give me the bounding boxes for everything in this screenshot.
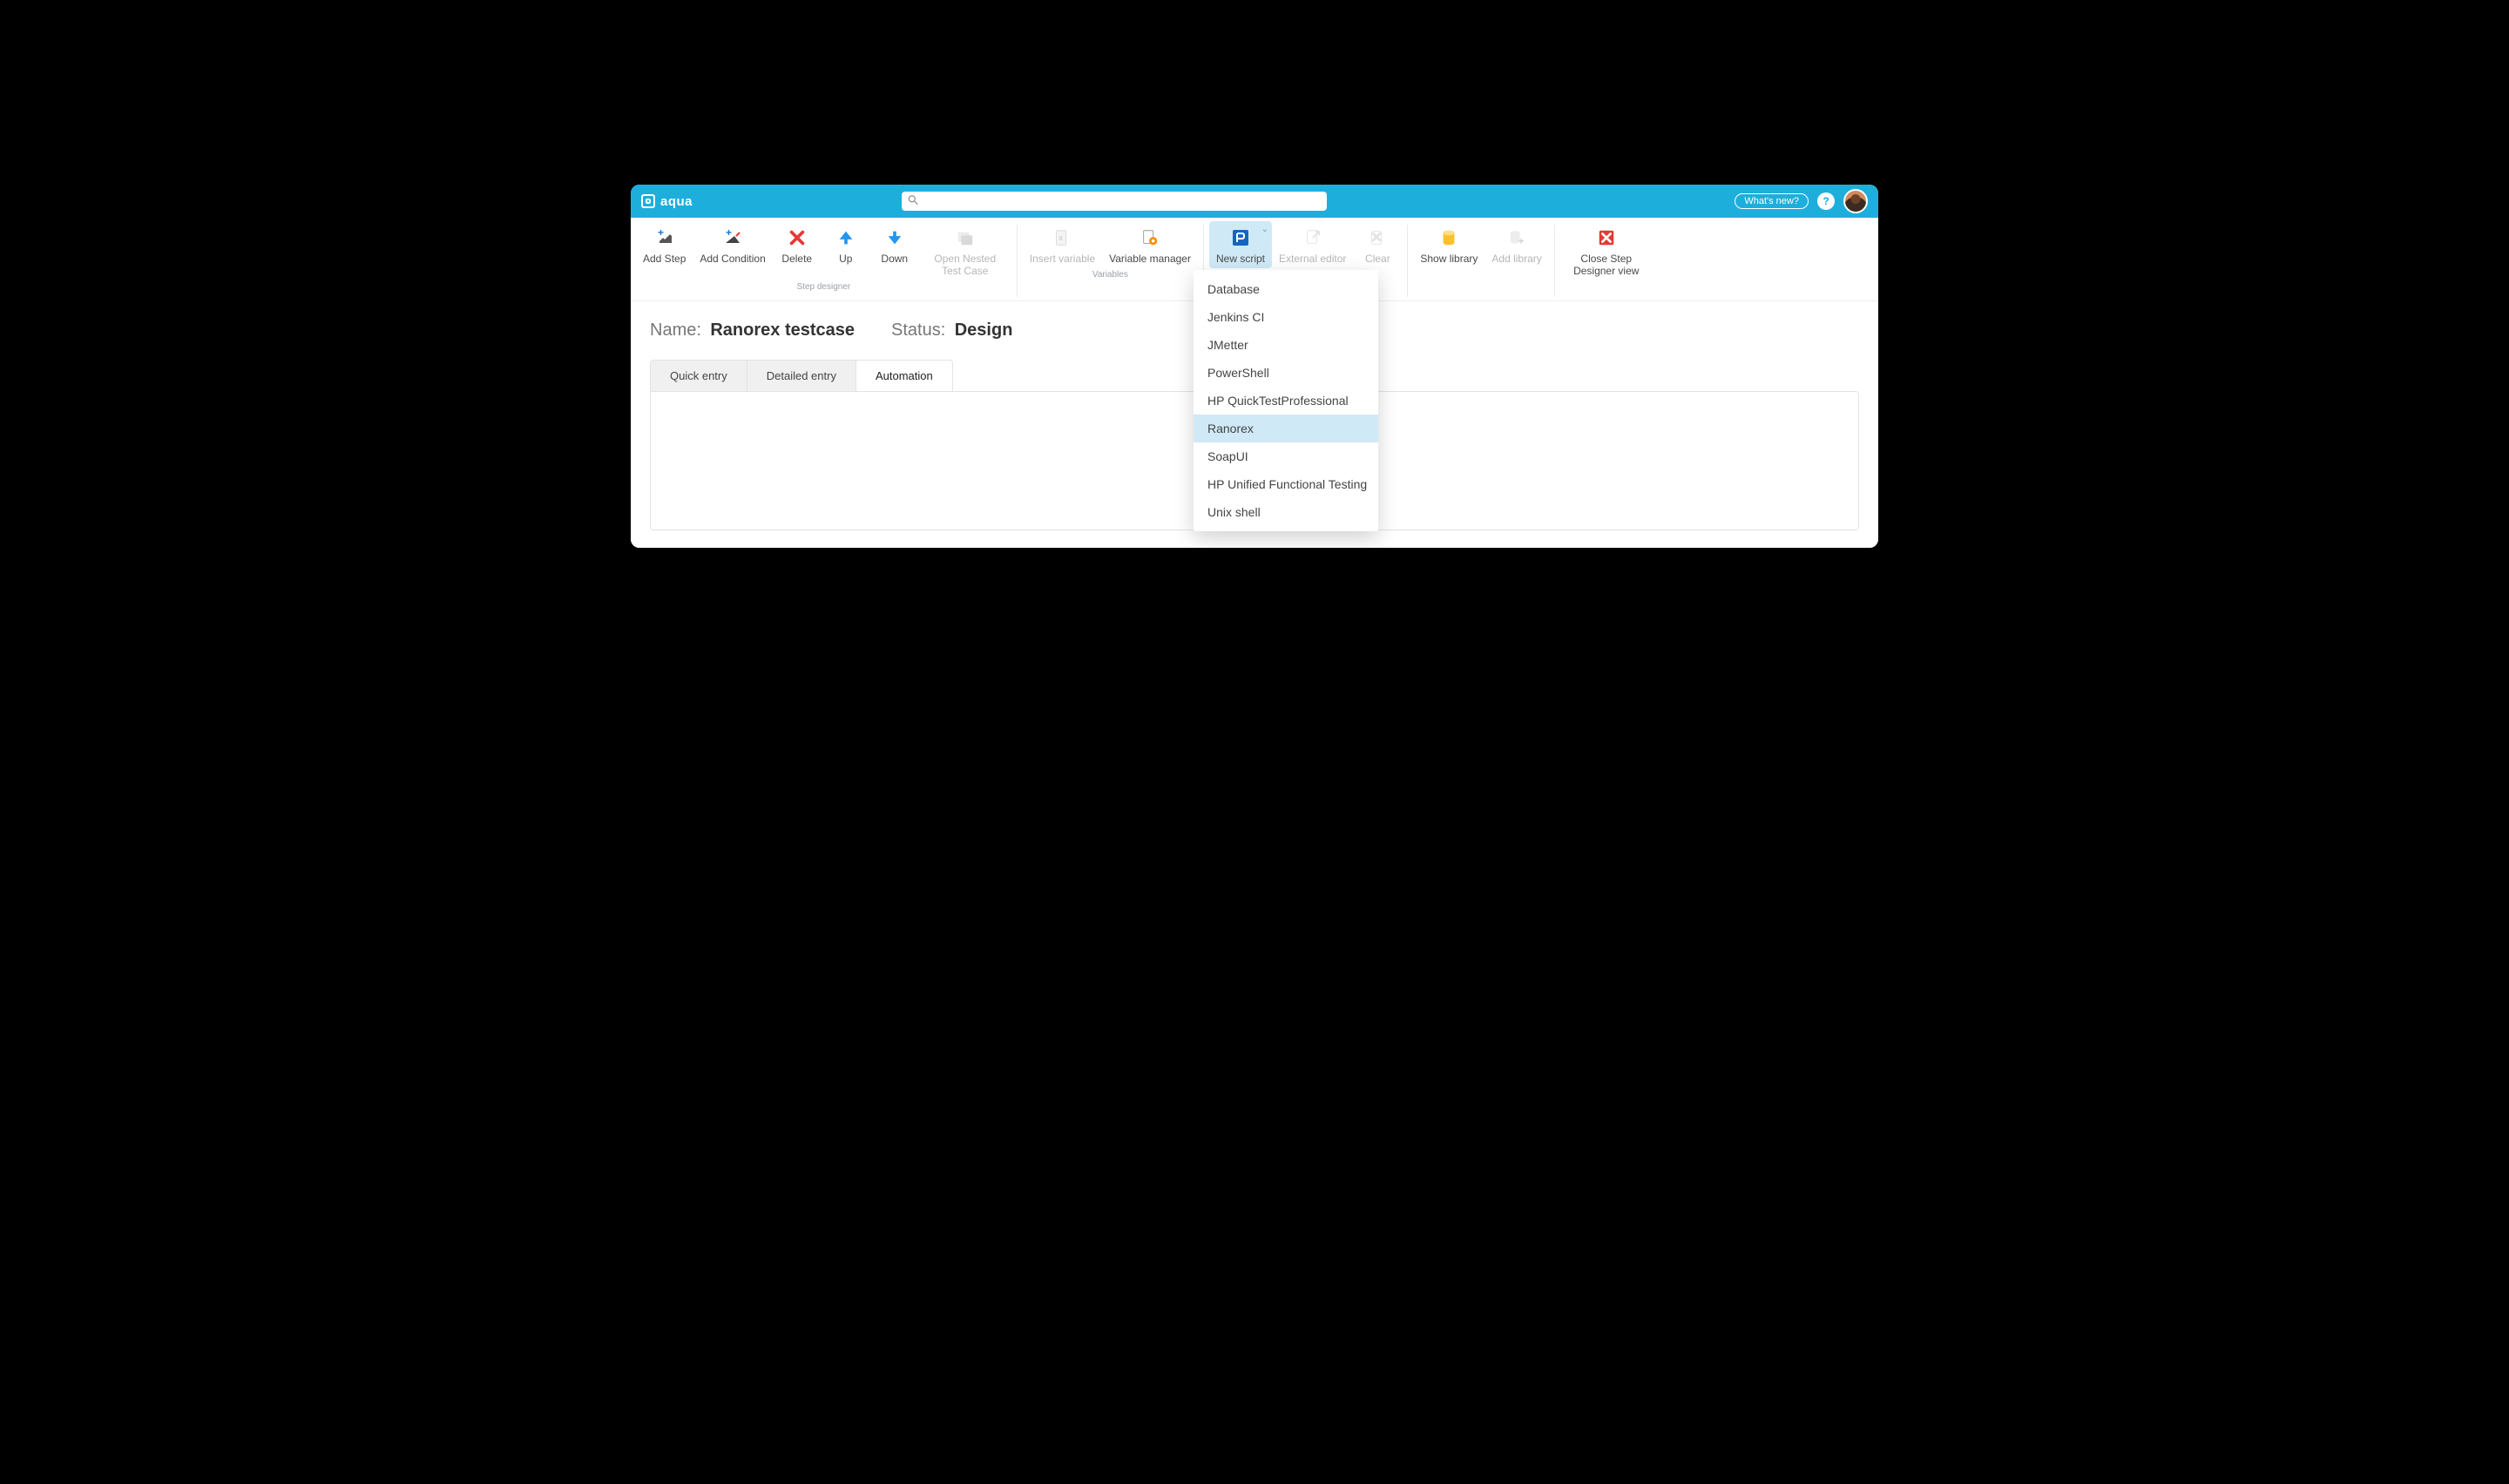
down-label: Down [881, 253, 908, 265]
clear-icon [1366, 226, 1389, 249]
svg-text:+: + [726, 227, 732, 239]
group-library: Show library + Add library [1413, 221, 1548, 280]
tab-quick-entry[interactable]: Quick entry [651, 361, 747, 391]
dropdown-item[interactable]: PowerShell [1194, 359, 1378, 387]
add-step-label: Add Step [643, 253, 686, 265]
group-label-variables: Variables [1023, 270, 1198, 280]
show-library-button[interactable]: Show library [1413, 221, 1484, 268]
new-script-button[interactable]: ⌄ New script [1209, 221, 1272, 268]
external-editor-button[interactable]: External editor [1272, 221, 1353, 268]
add-step-icon: + [653, 226, 676, 249]
add-condition-label: Add Condition [700, 253, 765, 265]
avatar[interactable] [1843, 189, 1868, 213]
close-label: Close Step Designer view [1567, 253, 1646, 277]
down-icon [883, 226, 906, 249]
search-input[interactable] [902, 192, 1327, 211]
separator [1017, 225, 1018, 297]
dropdown-item[interactable]: Database [1194, 275, 1378, 303]
header-right: What's new? ? [1735, 189, 1868, 213]
group-close: Close Step Designer view [1560, 221, 1653, 293]
name-value: Ranorex testcase [710, 320, 855, 340]
app-window: aqua What's new? ? + [631, 185, 1878, 548]
tabs: Quick entry Detailed entry Automation [650, 360, 953, 391]
add-condition-icon: + [721, 226, 744, 249]
dropdown-item[interactable]: SoapUI [1194, 442, 1378, 470]
svg-text:x: x [1059, 233, 1064, 242]
separator [1554, 225, 1555, 297]
open-nested-icon [954, 226, 977, 249]
new-script-icon [1229, 226, 1252, 249]
up-label: Up [839, 253, 852, 265]
dropdown-item[interactable]: JMetter [1194, 331, 1378, 359]
external-editor-icon [1302, 226, 1324, 249]
clear-label: Clear [1365, 253, 1390, 265]
dropdown-item[interactable]: HP QuickTestProfessional [1194, 387, 1378, 415]
close-icon [1595, 226, 1618, 249]
ribbon: + Add Step + Add Condition [631, 218, 1878, 301]
delete-icon [786, 226, 808, 249]
close-step-designer-button[interactable]: Close Step Designer view [1560, 221, 1653, 280]
add-step-button[interactable]: + Add Step [636, 221, 693, 268]
group-label-step-designer: Step designer [636, 282, 1011, 292]
status-label: Status: [891, 320, 945, 340]
delete-button[interactable]: Delete [773, 221, 822, 268]
add-condition-button[interactable]: + Add Condition [693, 221, 772, 268]
app-header: aqua What's new? ? [631, 185, 1878, 218]
clear-button[interactable]: Clear [1353, 221, 1402, 268]
status-value: Design [955, 320, 1013, 340]
chevron-down-icon: ⌄ [1261, 225, 1268, 234]
dropdown-item[interactable]: Ranorex [1194, 415, 1378, 442]
insert-variable-label: Insert variable [1030, 253, 1095, 265]
name-field: Name: Ranorex testcase [650, 320, 855, 341]
group-step-designer: + Add Step + Add Condition [636, 221, 1011, 293]
search-wrap [902, 192, 1327, 211]
dropdown-item[interactable]: HP Unified Functional Testing [1194, 470, 1378, 498]
down-button[interactable]: Down [870, 221, 919, 268]
variable-manager-label: Variable manager [1109, 253, 1191, 265]
up-icon [835, 226, 857, 249]
add-library-icon: + [1505, 226, 1528, 249]
insert-variable-button[interactable]: x Insert variable [1023, 221, 1102, 268]
group-variables: x Insert variable Variable manager Varia… [1023, 221, 1198, 280]
open-nested-label: Open Nested Test Case [926, 253, 1004, 277]
search-icon [907, 194, 919, 209]
name-label: Name: [650, 320, 701, 340]
brand-text: aqua [660, 194, 693, 209]
separator [1407, 225, 1408, 297]
brand-icon [641, 194, 655, 208]
variable-manager-button[interactable]: Variable manager [1102, 221, 1198, 268]
show-library-icon [1437, 226, 1460, 249]
dropdown-item[interactable]: Unix shell [1194, 498, 1378, 526]
external-editor-label: External editor [1279, 253, 1346, 265]
open-nested-button[interactable]: Open Nested Test Case [919, 221, 1011, 280]
add-library-button[interactable]: + Add library [1484, 221, 1548, 268]
svg-text:+: + [1518, 236, 1524, 246]
new-script-dropdown: DatabaseJenkins CIJMetterPowerShellHP Qu… [1194, 270, 1378, 531]
svg-text:+: + [658, 227, 664, 239]
new-script-label: New script [1216, 253, 1265, 265]
status-field: Status: Design [891, 320, 1012, 341]
tab-automation[interactable]: Automation [856, 361, 952, 391]
variable-manager-icon [1139, 226, 1161, 249]
dropdown-item[interactable]: Jenkins CI [1194, 303, 1378, 331]
show-library-label: Show library [1420, 253, 1478, 265]
up-button[interactable]: Up [822, 221, 870, 268]
insert-variable-icon: x [1051, 226, 1073, 249]
whats-new-button[interactable]: What's new? [1735, 193, 1809, 209]
tab-detailed-entry[interactable]: Detailed entry [747, 361, 856, 391]
brand: aqua [641, 194, 693, 209]
add-library-label: Add library [1491, 253, 1541, 265]
delete-label: Delete [781, 253, 812, 265]
help-button[interactable]: ? [1817, 192, 1835, 210]
